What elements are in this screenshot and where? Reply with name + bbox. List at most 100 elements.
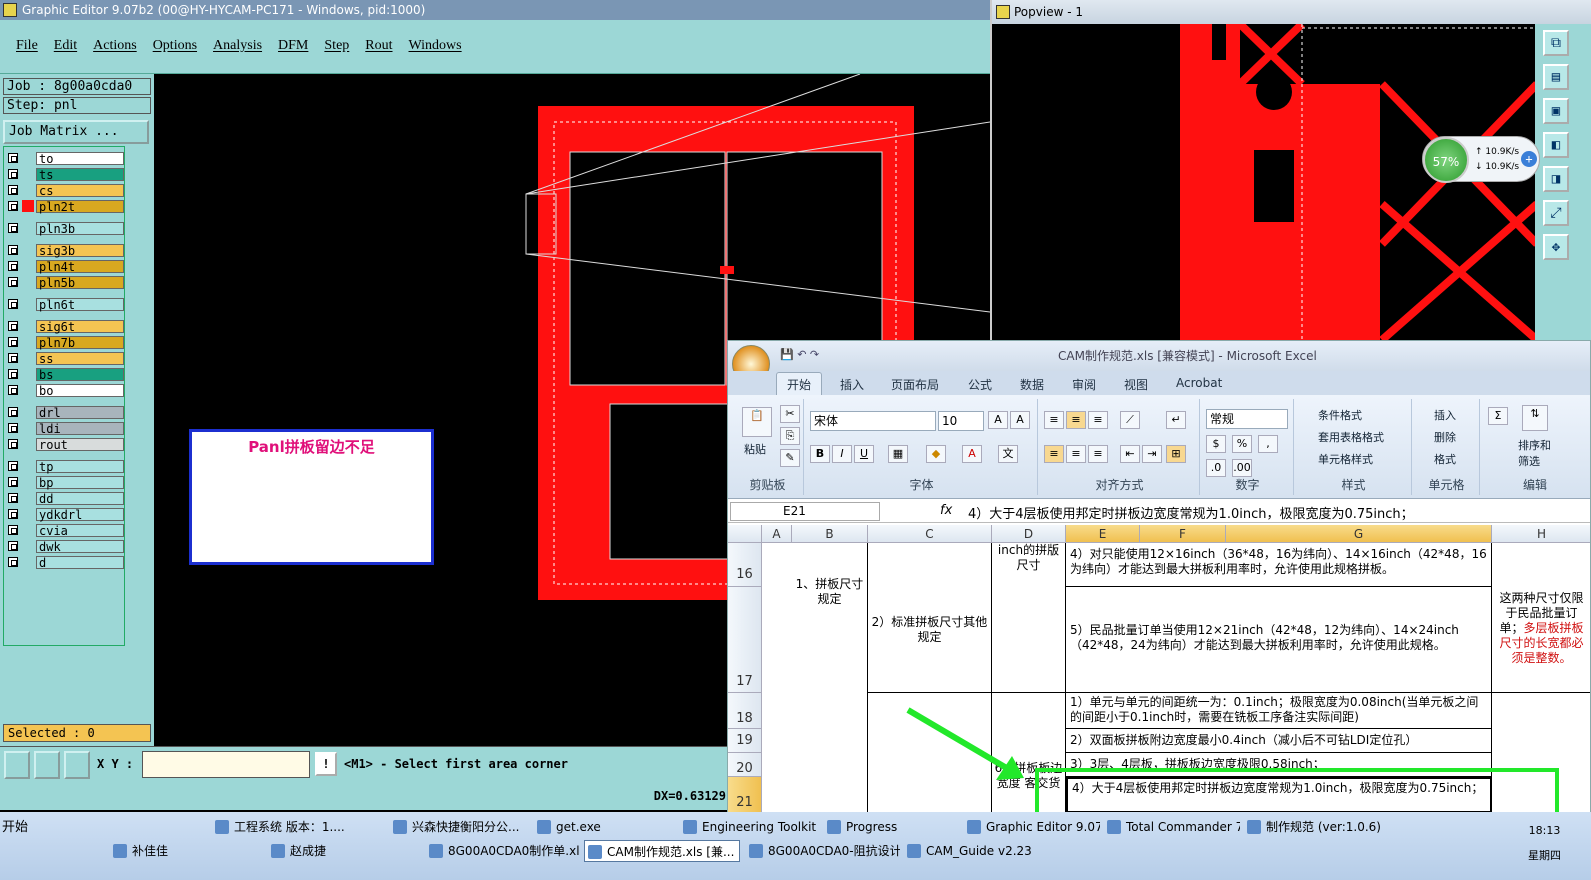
layer-name[interactable]: ss — [36, 351, 124, 365]
layer-name[interactable]: bs — [36, 367, 124, 381]
pv-tool-4-icon[interactable]: ◧ — [1543, 132, 1569, 158]
cell-e19[interactable]: 2）双面板拼板附边宽度最小0.4inch（减小后不可钻LDI定位孔） — [1066, 729, 1492, 753]
menu-dfm[interactable]: DFM — [270, 38, 316, 54]
layer-checkbox[interactable] — [8, 461, 18, 471]
layer-name[interactable]: rout — [36, 437, 124, 451]
layer-row-dd[interactable]: dd — [8, 491, 124, 505]
start-button[interactable]: 开始 — [2, 816, 28, 835]
conditional-format-button[interactable]: 条件格式 — [1318, 407, 1362, 423]
layer-row-bp[interactable]: bp — [8, 475, 124, 489]
zoom-tool-icon[interactable] — [4, 751, 30, 779]
row-header[interactable]: 20 — [728, 753, 762, 777]
row-header[interactable]: 16 — [728, 543, 762, 587]
cell-e16[interactable]: 4）对只能使用12×16inch（36*48，16为纬向）、14×16inch（… — [1066, 543, 1492, 587]
row-header[interactable]: 17 — [728, 587, 762, 693]
layer-checkbox[interactable] — [8, 385, 18, 395]
decrease-decimal-icon[interactable]: .00 — [1232, 459, 1252, 477]
tab-review[interactable]: 审阅 — [1072, 376, 1096, 393]
cell-e18[interactable]: 1）单元与单元的间距统一为：0.1inch；极限宽度为0.08inch(当单元板… — [1066, 693, 1492, 729]
job-matrix-button[interactable]: Job Matrix ... — [3, 120, 149, 144]
layer-checkbox[interactable] — [8, 153, 18, 163]
redo-icon[interactable]: ↷ — [810, 348, 819, 361]
pv-tool-5-icon[interactable]: ◨ — [1543, 166, 1569, 192]
layer-checkbox[interactable] — [8, 169, 18, 179]
delete-cells-button[interactable]: 删除 — [1434, 429, 1456, 445]
number-format-select[interactable]: 常规 — [1206, 409, 1288, 429]
tab-acrobat[interactable]: Acrobat — [1176, 376, 1222, 390]
layer-name[interactable]: d — [36, 555, 124, 569]
layer-checkbox[interactable] — [8, 439, 18, 449]
italic-icon[interactable]: I — [832, 445, 852, 463]
menu-options[interactable]: Options — [145, 38, 205, 54]
tab-page-layout[interactable]: 页面布局 — [891, 376, 939, 393]
paste-icon[interactable]: 📋 — [742, 407, 772, 437]
underline-icon[interactable]: U — [854, 445, 874, 463]
layer-name[interactable]: pln5b — [36, 275, 124, 289]
layer-name[interactable]: ldi — [36, 421, 124, 435]
plus-icon[interactable]: + — [1521, 151, 1537, 167]
format-cells-button[interactable]: 格式 — [1434, 451, 1456, 467]
tab-home[interactable]: 开始 — [776, 372, 823, 395]
layer-name[interactable]: pln2t — [36, 199, 124, 213]
cut-icon[interactable]: ✂ — [780, 405, 800, 423]
layer-checkbox[interactable] — [8, 525, 18, 535]
wrap-text-icon[interactable]: ↵ — [1166, 411, 1186, 429]
menu-analysis[interactable]: Analysis — [205, 38, 270, 54]
layer-row-pln2t[interactable]: pln2t — [8, 199, 124, 213]
excel-titlebar[interactable]: CAM制作规范.xls [兼容模式] - Microsoft Excel — [728, 341, 1590, 371]
task-item[interactable]: 兴森快捷衡阳分公... — [390, 816, 526, 838]
layer-checkbox[interactable] — [8, 509, 18, 519]
layer-row-ldi[interactable]: ldi — [8, 421, 124, 435]
formula-content[interactable]: 4）大于4层板使用邦定时拼板边宽度常规为1.0inch，极限宽度为0.75inc… — [968, 503, 1414, 522]
layer-name[interactable]: pln7b — [36, 335, 124, 349]
layer-row-pln7b[interactable]: pln7b — [8, 335, 124, 349]
layer-checkbox[interactable] — [8, 201, 18, 211]
grow-font-icon[interactable]: A — [988, 411, 1008, 429]
font-size-select[interactable]: 10 — [938, 411, 984, 431]
col-header[interactable]: B — [792, 525, 868, 543]
layer-row-sig6t[interactable]: sig6t — [8, 319, 124, 333]
layer-checkbox[interactable] — [8, 185, 18, 195]
layer-row-tp[interactable]: tp — [8, 459, 124, 473]
decrease-indent-icon[interactable]: ⇤ — [1120, 445, 1140, 463]
select-all[interactable] — [728, 525, 762, 543]
layer-checkbox[interactable] — [8, 223, 18, 233]
increase-indent-icon[interactable]: ⇥ — [1142, 445, 1162, 463]
col-header[interactable]: A — [762, 525, 792, 543]
task-item[interactable]: Progress — [824, 816, 960, 838]
measure-tool-icon[interactable] — [34, 751, 60, 779]
copy-icon[interactable]: ⎘ — [780, 427, 800, 445]
task-item[interactable]: 制作规范 (ver:1.0.6) — [1244, 816, 1384, 838]
align-right-icon[interactable]: ≡ — [1088, 445, 1108, 463]
layer-row-d[interactable]: d — [8, 555, 124, 569]
layer-name[interactable]: pln4t — [36, 259, 124, 273]
pv-tool-2-icon[interactable]: ▤ — [1543, 64, 1569, 90]
layer-name[interactable]: sig3b — [36, 243, 124, 257]
col-header[interactable]: D — [992, 525, 1066, 543]
layer-name[interactable]: ydkdrl — [36, 507, 124, 521]
layer-name[interactable]: to — [36, 151, 124, 165]
task-item[interactable]: Total Commander 7.0... — [1104, 816, 1240, 838]
align-top-icon[interactable]: ≡ — [1044, 411, 1064, 429]
layer-row-dwk[interactable]: dwk — [8, 539, 124, 553]
snap-tool-icon[interactable] — [64, 751, 90, 779]
row-header[interactable]: 19 — [728, 729, 762, 753]
shrink-font-icon[interactable]: A — [1010, 411, 1030, 429]
layer-checkbox[interactable] — [8, 321, 18, 331]
layer-row-ts[interactable]: ts — [8, 167, 124, 181]
alert-button[interactable]: ! — [315, 752, 337, 776]
popview-window[interactable]: Popview - 1 ⧉ ▤ ▣ ◧ ◨ ⤢ ✥ 57% ↑ 10.9K/s … — [990, 0, 1591, 340]
tab-formulas[interactable]: 公式 — [968, 376, 992, 393]
menu-windows[interactable]: Windows — [401, 38, 470, 54]
task-item[interactable]: CAM_Guide v2.23 — [904, 840, 1054, 862]
row-header[interactable]: 21 — [728, 777, 762, 813]
layer-row-bs[interactable]: bs — [8, 367, 124, 381]
currency-icon[interactable]: $ — [1206, 435, 1226, 453]
xy-input[interactable] — [142, 751, 310, 778]
layer-checkbox[interactable] — [8, 353, 18, 363]
pv-tool-1-icon[interactable]: ⧉ — [1543, 30, 1569, 56]
layer-checkbox[interactable] — [8, 277, 18, 287]
layer-name[interactable]: bo — [36, 383, 124, 397]
layer-row-sig3b[interactable]: sig3b — [8, 243, 124, 257]
layer-name[interactable]: dwk — [36, 539, 124, 553]
